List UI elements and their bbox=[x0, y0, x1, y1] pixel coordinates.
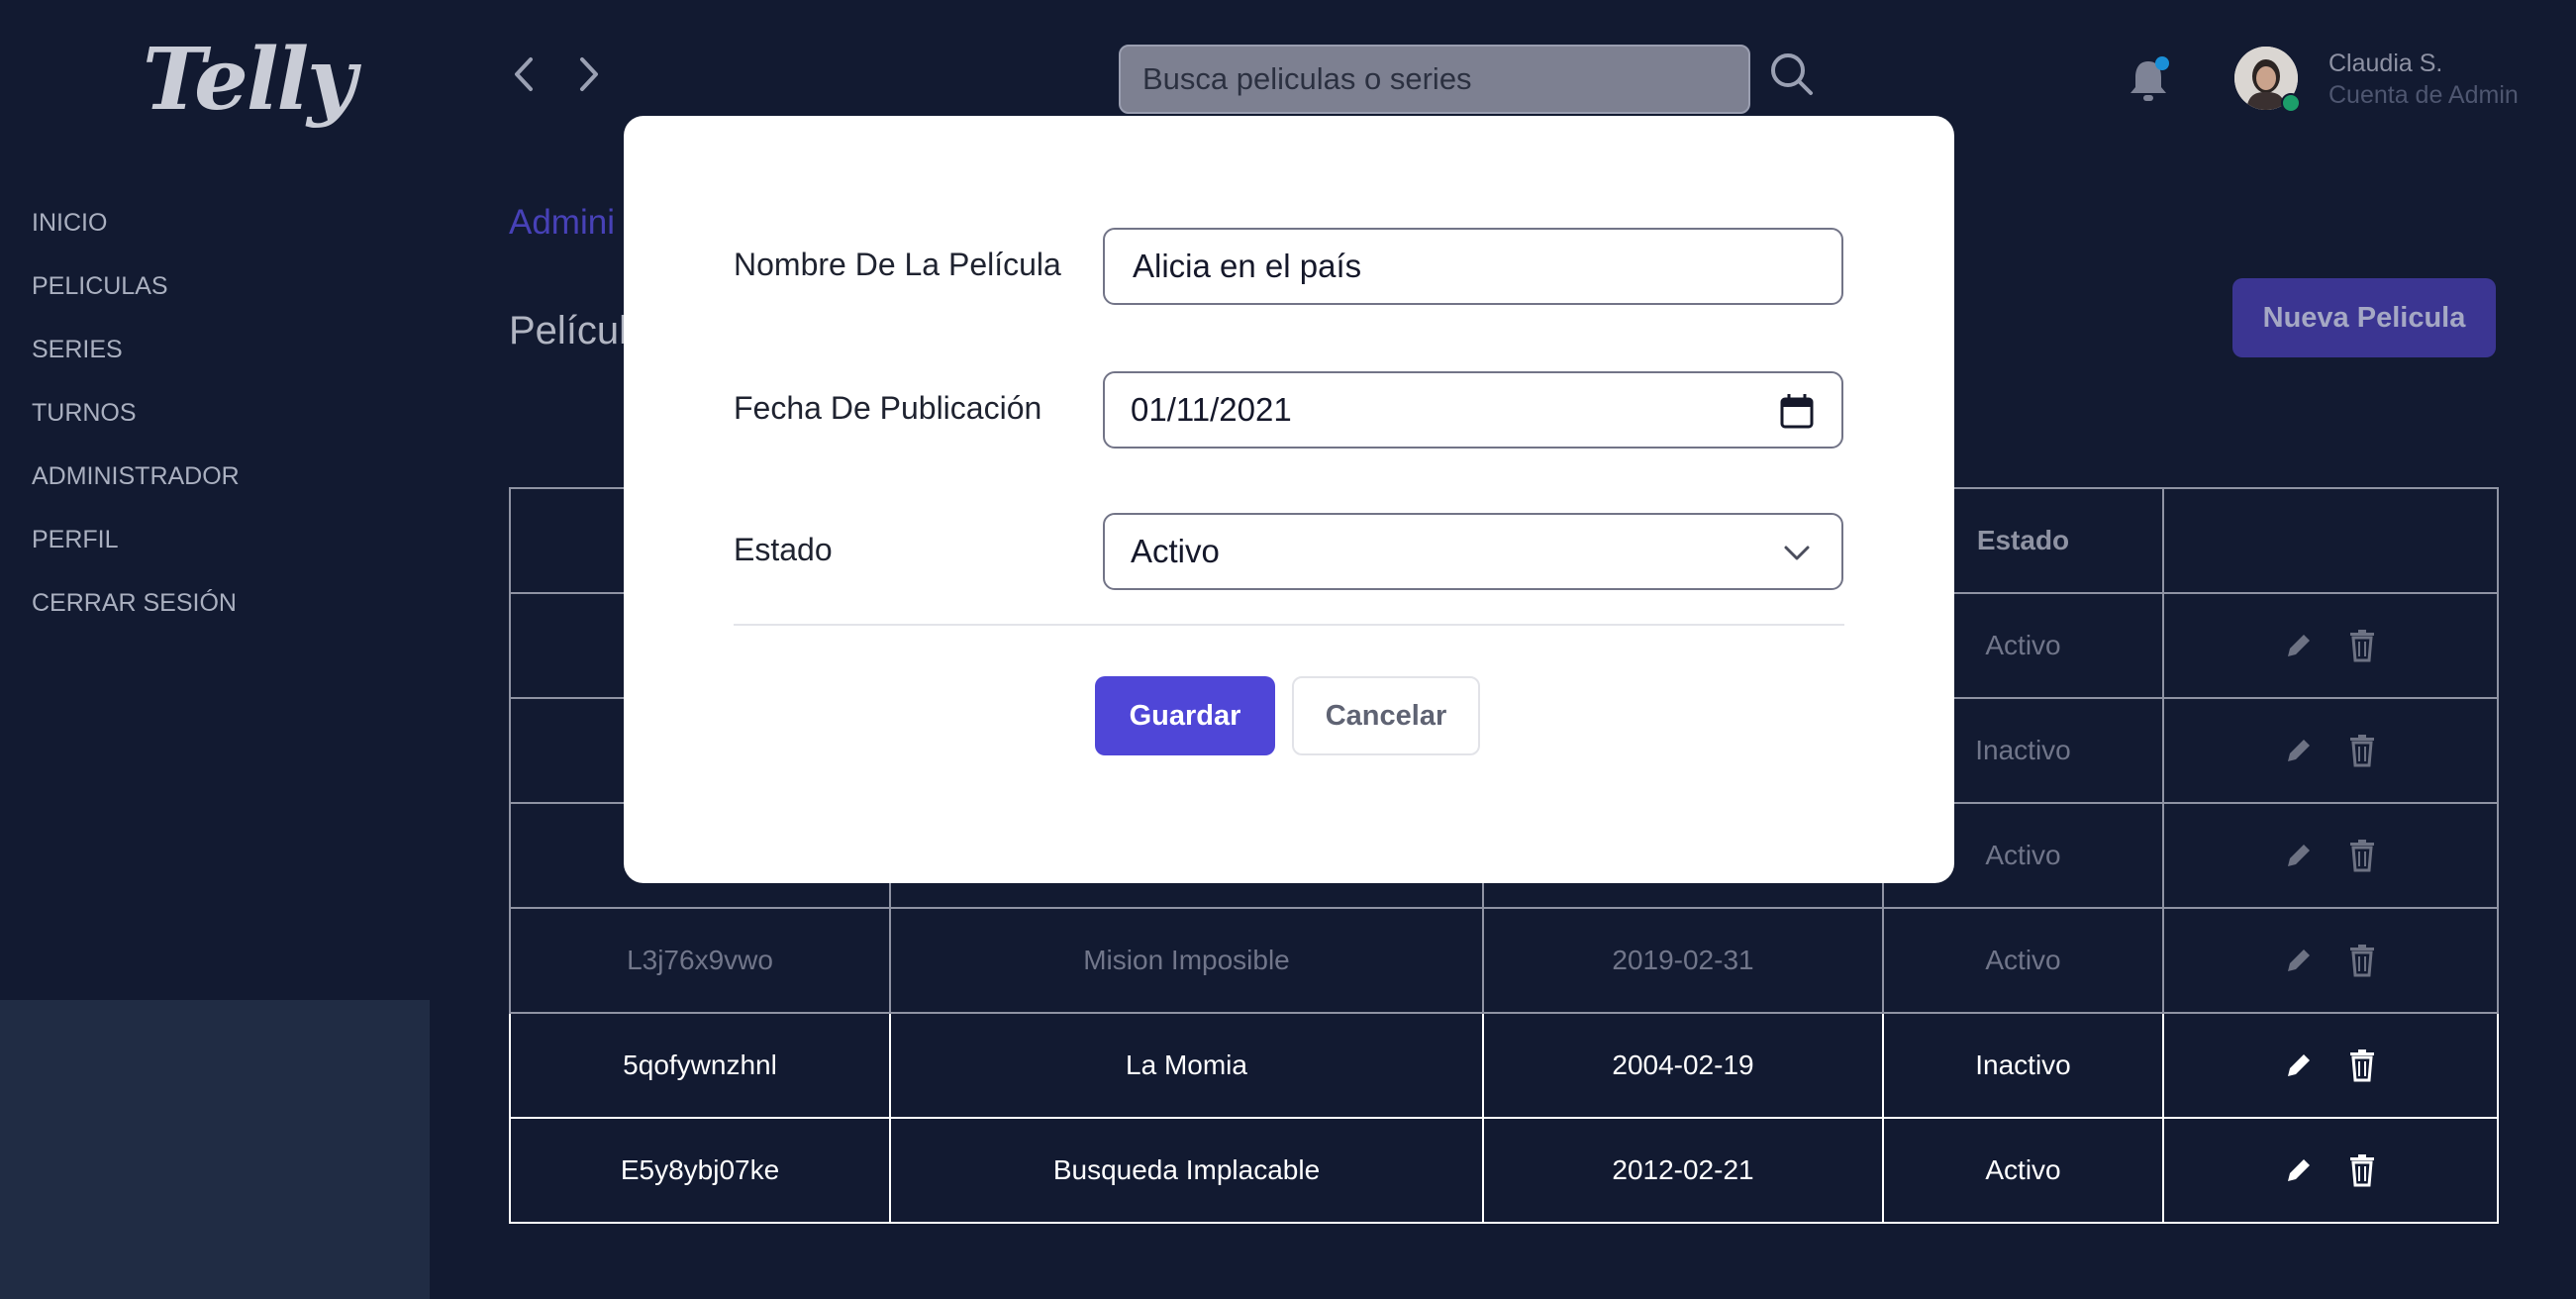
cell-status: Activo bbox=[1882, 907, 2164, 1014]
cell-id: L3j76x9vwo bbox=[509, 907, 891, 1014]
sidebar-item-perfil[interactable]: PERFIL bbox=[32, 520, 240, 583]
cell-actions bbox=[2162, 697, 2499, 804]
table-row: L3j76x9vwo Mision Imposible 2019-02-31 A… bbox=[509, 907, 2499, 1014]
trash-icon[interactable] bbox=[2347, 944, 2377, 977]
cell-actions bbox=[2162, 802, 2499, 909]
cell-date: 2012-02-21 bbox=[1482, 1117, 1884, 1224]
search-icon[interactable] bbox=[1767, 50, 1817, 99]
cell-actions bbox=[2162, 1012, 2499, 1119]
edit-icon[interactable] bbox=[2284, 944, 2314, 977]
status-label: Estado bbox=[734, 532, 833, 567]
edit-icon[interactable] bbox=[2284, 839, 2314, 872]
cell-status: Activo bbox=[1882, 1117, 2164, 1224]
trash-icon[interactable] bbox=[2347, 734, 2377, 767]
page-title: Películ bbox=[509, 309, 629, 352]
cancel-button[interactable]: Cancelar bbox=[1292, 676, 1480, 755]
release-date-value[interactable]: 01/11/2021 bbox=[1131, 391, 1292, 429]
trash-icon[interactable] bbox=[2347, 629, 2377, 662]
release-date-label: Fecha De Publicación bbox=[734, 390, 1042, 426]
sidebar-nav: INICIO PELICULAS SERIES TURNOS ADMINISTR… bbox=[32, 203, 240, 647]
app-logo[interactable]: Telly bbox=[143, 30, 356, 130]
cell-date: 2019-02-31 bbox=[1482, 907, 1884, 1014]
notification-dot bbox=[2155, 56, 2169, 70]
edit-icon[interactable] bbox=[2284, 629, 2314, 662]
save-button[interactable]: Guardar bbox=[1095, 676, 1275, 755]
cell-name: Mision Imposible bbox=[889, 907, 1484, 1014]
cell-actions bbox=[2162, 592, 2499, 699]
status-select[interactable]: Activo bbox=[1103, 513, 1843, 590]
chevron-down-icon[interactable] bbox=[1778, 534, 1816, 571]
sidebar-item-series[interactable]: SERIES bbox=[32, 330, 240, 393]
breadcrumb[interactable]: Admini bbox=[509, 203, 615, 243]
cell-id: 5qofywnzhnl bbox=[509, 1012, 891, 1119]
search-input[interactable] bbox=[1119, 45, 1750, 114]
modal-divider bbox=[734, 624, 1844, 626]
status-selected-value: Activo bbox=[1131, 533, 1220, 569]
calendar-icon[interactable] bbox=[1778, 392, 1816, 430]
sidebar-item-cerrar-sesion[interactable]: CERRAR SESIÓN bbox=[32, 583, 240, 647]
edit-icon[interactable] bbox=[2284, 734, 2314, 767]
user-name[interactable]: Claudia S. bbox=[2328, 50, 2442, 78]
cell-name: Busqueda Implacable bbox=[889, 1117, 1484, 1224]
bell-icon[interactable] bbox=[2127, 55, 2170, 105]
sidebar: Telly INICIO PELICULAS SERIES TURNOS ADM… bbox=[0, 0, 430, 1299]
cell-actions bbox=[2162, 907, 2499, 1014]
user-role: Cuenta de Admin bbox=[2328, 81, 2519, 109]
sidebar-item-inicio[interactable]: INICIO bbox=[32, 203, 240, 266]
sidebar-item-turnos[interactable]: TURNOS bbox=[32, 393, 240, 456]
cell-name: La Momia bbox=[889, 1012, 1484, 1119]
edit-movie-modal: Nombre De La Película Fecha De Publicaci… bbox=[624, 116, 1954, 883]
trash-icon[interactable] bbox=[2347, 1049, 2377, 1082]
chevron-left-icon[interactable] bbox=[505, 50, 545, 99]
online-status-icon bbox=[2281, 93, 2301, 113]
movie-name-field[interactable] bbox=[1103, 228, 1843, 305]
trash-icon[interactable] bbox=[2347, 1153, 2377, 1187]
sidebar-footer bbox=[0, 1000, 430, 1299]
trash-icon[interactable] bbox=[2347, 839, 2377, 872]
edit-icon[interactable] bbox=[2284, 1153, 2314, 1187]
column-header-actions bbox=[2162, 487, 2499, 594]
edit-icon[interactable] bbox=[2284, 1049, 2314, 1082]
table-row: 5qofywnzhnl La Momia 2004-02-19 Inactivo bbox=[509, 1012, 2499, 1119]
chevron-right-icon[interactable] bbox=[568, 50, 608, 99]
table-row: E5y8ybj07ke Busqueda Implacable 2012-02-… bbox=[509, 1117, 2499, 1224]
sidebar-item-administrador[interactable]: ADMINISTRADOR bbox=[32, 456, 240, 520]
movie-name-label: Nombre De La Película bbox=[734, 247, 1061, 282]
cell-id: E5y8ybj07ke bbox=[509, 1117, 891, 1224]
cell-actions bbox=[2162, 1117, 2499, 1224]
sidebar-item-peliculas[interactable]: PELICULAS bbox=[32, 266, 240, 330]
release-date-field[interactable]: 01/11/2021 bbox=[1103, 371, 1843, 449]
cell-date: 2004-02-19 bbox=[1482, 1012, 1884, 1119]
cell-status: Inactivo bbox=[1882, 1012, 2164, 1119]
new-movie-button[interactable]: Nueva Pelicula bbox=[2232, 278, 2496, 357]
movie-name-input[interactable] bbox=[1131, 247, 1816, 286]
